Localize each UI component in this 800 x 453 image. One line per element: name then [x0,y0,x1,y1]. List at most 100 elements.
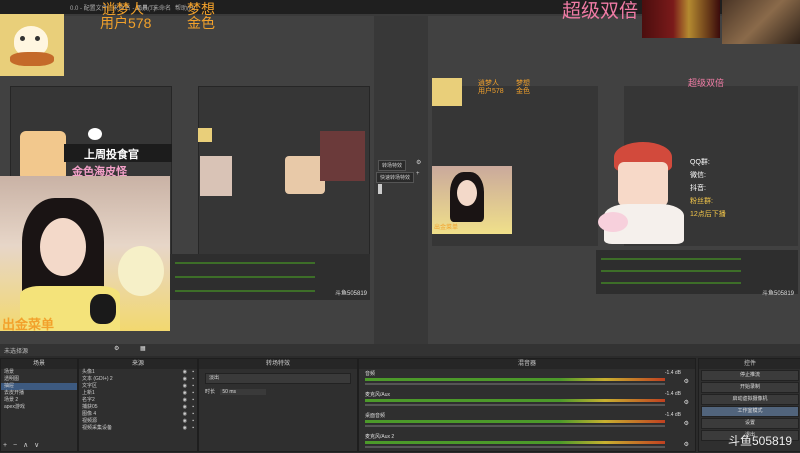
scene-item[interactable]: 透明图 [1,376,77,383]
scene-item[interactable]: 场景 [1,369,77,376]
control-button[interactable]: 设置 [701,418,799,429]
lock-icon[interactable]: ▪ [192,383,194,390]
source-item-label: 图像 4 [82,411,97,417]
source-item[interactable]: 视频采集设备 ◉ ▪ [79,425,197,432]
remove-scene-icon[interactable]: − [13,442,17,449]
announcement-1: QQ群: [690,159,710,166]
volume-slider[interactable] [365,383,665,385]
control-button[interactable]: 开始录制 [701,382,799,393]
super-double-title: 超级双倍 [562,1,639,22]
move-up-icon[interactable]: ∧ [23,442,28,449]
lock-icon[interactable]: ▪ [192,404,194,411]
sources-title: 来源 [79,359,197,369]
channel-db: -1.4 dB [664,370,681,376]
cat-logo [0,14,64,76]
scene-item[interactable]: apex游戏 [1,404,77,411]
mixer-title: 混音器 [359,359,695,369]
source-item[interactable]: 文字区 ◉ ▪ [79,383,197,390]
volume-meter [365,399,665,402]
dream-label-2: 金色 [187,15,215,31]
visibility-eye-icon[interactable]: ◉ [183,397,187,404]
nested-anime-thumb [285,156,325,194]
mixer-channel: 麦克风/Aux 2 ⚙ [363,433,691,453]
transition-column: 转场特效 ⚙ 快速转场特效 + [374,16,428,346]
properties-icon[interactable]: ⚙ [114,345,119,352]
sources-dock: 来源 头像1 ◉ ▪ 文本 (GDI+) 2 ◉ ▪ 文字区 ◉ ▪ 上新1 ◉ ▪ 名字2 ◉ ▪ 捕获05… [78,358,198,452]
filters-icon[interactable]: ▦ [140,345,146,352]
scenes-title: 场景 [1,359,77,369]
control-button[interactable]: 工作室模式 [701,406,799,417]
controls-title: 控件 [699,359,800,369]
source-status: 未选择源 ⚙ ▦ [0,344,800,356]
visibility-eye-icon[interactable]: ◉ [183,383,187,390]
source-item[interactable]: 视频源 ◉ ▪ [79,418,197,425]
scene-item[interactable]: 去皮开播 [1,390,77,397]
scenes-dock: 场景 场景 透明图 抽屉 去皮开播 场景 2 apex游戏 + − ∧ ∨ [0,358,78,452]
visibility-eye-icon[interactable]: ◉ [183,376,187,383]
visibility-eye-icon[interactable]: ◉ [183,425,187,432]
channel-gear-icon[interactable]: ⚙ [684,420,689,427]
transition-type-value: 淡出 [209,375,220,381]
scene-item[interactable]: 场景 2 [1,397,77,404]
tbar-slider[interactable] [378,184,382,194]
lock-icon[interactable]: ▪ [192,369,194,376]
transition-type-select[interactable]: 淡出 [205,373,351,384]
lock-icon[interactable]: ▪ [192,390,194,397]
channel-db: -1.4 dB [664,391,681,397]
transition-gear-icon[interactable]: ⚙ [416,159,421,166]
visibility-eye-icon[interactable]: ◉ [183,390,187,397]
source-item-label: 文字区 [82,383,98,389]
visibility-eye-icon[interactable]: ◉ [183,404,187,411]
volume-slider[interactable] [365,404,665,406]
lock-icon[interactable]: ▪ [192,411,194,418]
lock-icon[interactable]: ▪ [192,397,194,404]
visibility-eye-icon[interactable]: ◉ [183,411,187,418]
announcement-3: 抖音: [690,185,706,192]
add-transition-icon[interactable]: + [416,171,420,177]
badge-text-1: 上周投食官 [84,149,139,161]
channel-gear-icon[interactable]: ⚙ [684,378,689,385]
source-item[interactable]: 名字2 ◉ ▪ [79,397,197,404]
channel-gear-icon[interactable]: ⚙ [684,399,689,406]
source-item[interactable]: 上新1 ◉ ▪ [79,390,197,397]
announcement-panel: QQ群: 微信: 抖音: 粉丝群: 12点后下播 [690,154,798,250]
nested-webcam-thumb [200,156,232,196]
program-panel[interactable]: 逍梦人 用户578 梦想 金色 超级双倍 出金菜单 QQ群: 微信: 抖音: 粉… [428,16,800,351]
source-item-label: 视频源 [82,418,98,424]
rifle-banner [642,0,720,38]
anime-sticker [598,142,690,250]
no-source-label: 未选择源 [4,349,29,355]
preview-panel[interactable]: 斗鱼505819 逍梦人 用户578 梦想 金色 上周投食官 金色海皮怪 出金菜… [0,2,374,346]
move-down-icon[interactable]: ∨ [34,442,39,449]
volume-slider[interactable] [365,425,665,427]
prog-streamer-2: 用户578 [478,88,504,95]
channel-gear-icon[interactable]: ⚙ [684,441,689,448]
control-button[interactable]: 停止推流 [701,370,799,381]
quick-transition-button[interactable]: 快速转场特效 [376,172,415,183]
source-item[interactable]: 图像 4 ◉ ▪ [79,411,197,418]
source-item[interactable]: 头像1 ◉ ▪ [79,369,197,376]
visibility-eye-icon[interactable]: ◉ [183,369,187,376]
lock-icon[interactable]: ▪ [192,425,194,432]
lock-icon[interactable]: ▪ [192,418,194,425]
mixer-channel: 桌面音频 -1.4 dB ⚙ [363,412,691,432]
source-item[interactable]: 文本 (GDI+) 2 ◉ ▪ [79,376,197,383]
nested-logo-thumb [198,128,212,142]
add-scene-icon[interactable]: + [3,442,7,449]
webcam-feed [0,176,170,331]
source-item[interactable]: 捕获05 ◉ ▪ [79,404,197,411]
transition-button[interactable]: 转场特效 [378,160,407,171]
announcement-2: 微信: [690,172,706,179]
lock-icon[interactable]: ▪ [192,376,194,383]
channel-db: -1.4 dB [664,412,681,418]
mixer-channel: 麦克风/Aux -1.4 dB ⚙ [363,391,691,411]
duration-input[interactable]: 50 ms [220,389,267,395]
dream-label-1: 梦想 [187,1,215,17]
watermark-stream-id: 斗鱼505819 [728,434,793,448]
volume-meter [365,420,665,423]
control-button[interactable]: 启动虚拟摄像机 [701,394,799,405]
prog-bottom-left-text: 出金菜单 [434,225,459,231]
visibility-eye-icon[interactable]: ◉ [183,418,187,425]
volume-slider[interactable] [365,446,665,448]
scene-item[interactable]: 抽屉 [1,383,77,390]
